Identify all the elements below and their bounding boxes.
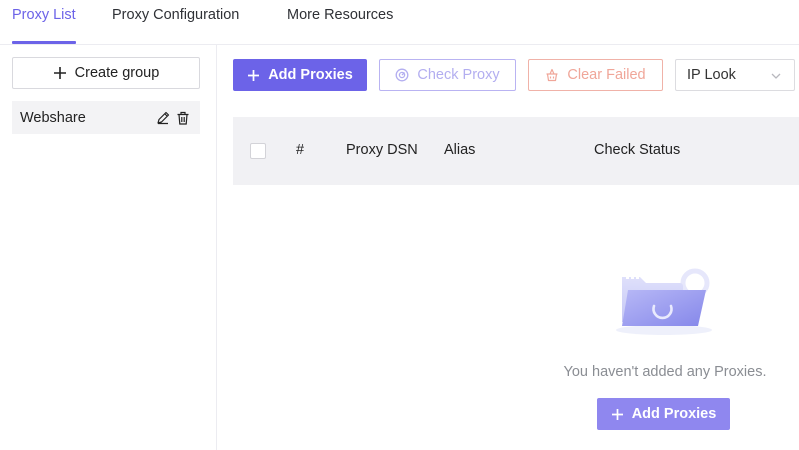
create-group-label: Create group (74, 65, 160, 81)
plus-icon (611, 408, 623, 420)
clear-failed-button[interactable]: Clear Failed (528, 59, 663, 91)
gauge-icon (395, 68, 409, 82)
ip-lookup-value: IP Look (687, 67, 736, 83)
chevron-down-icon (771, 73, 781, 79)
ip-lookup-select[interactable]: IP Look (675, 59, 795, 91)
basket-icon (546, 68, 558, 82)
group-sidebar: Create group Webshare (0, 45, 217, 450)
column-alias: Alias (444, 142, 476, 158)
column-proxy-dsn: Proxy DSN (346, 142, 418, 158)
plus-icon (248, 69, 260, 81)
column-index: # (296, 142, 305, 158)
group-item-webshare[interactable]: Webshare (12, 101, 200, 134)
empty-state-message: You haven't added any Proxies. (563, 364, 767, 380)
tab-bar: Proxy List Proxy Configuration More Reso… (0, 0, 799, 45)
active-tab-indicator (12, 41, 76, 44)
clear-failed-label: Clear Failed (567, 67, 646, 83)
proxy-table-header: # Proxy DSN Alias Check Status (233, 117, 799, 185)
trash-icon[interactable] (176, 111, 190, 125)
check-proxy-button[interactable]: Check Proxy (379, 59, 516, 91)
edit-icon[interactable] (156, 111, 170, 125)
add-proxies-button[interactable]: Add Proxies (233, 59, 367, 91)
column-check-status: Check Status (594, 142, 681, 158)
create-group-button[interactable]: Create group (12, 57, 200, 89)
tab-proxy-configuration[interactable]: Proxy Configuration (112, 7, 239, 23)
select-all-checkbox[interactable] (250, 143, 266, 159)
check-proxy-label: Check Proxy (417, 67, 500, 83)
empty-folder-icon (616, 268, 712, 335)
add-proxies-label: Add Proxies (268, 67, 353, 83)
tab-proxy-list[interactable]: Proxy List (12, 7, 76, 23)
tab-more-resources[interactable]: More Resources (287, 7, 393, 23)
empty-add-proxies-button[interactable]: Add Proxies (597, 398, 730, 430)
plus-icon (53, 67, 66, 79)
empty-add-proxies-label: Add Proxies (631, 406, 717, 422)
group-name: Webshare (20, 109, 86, 126)
